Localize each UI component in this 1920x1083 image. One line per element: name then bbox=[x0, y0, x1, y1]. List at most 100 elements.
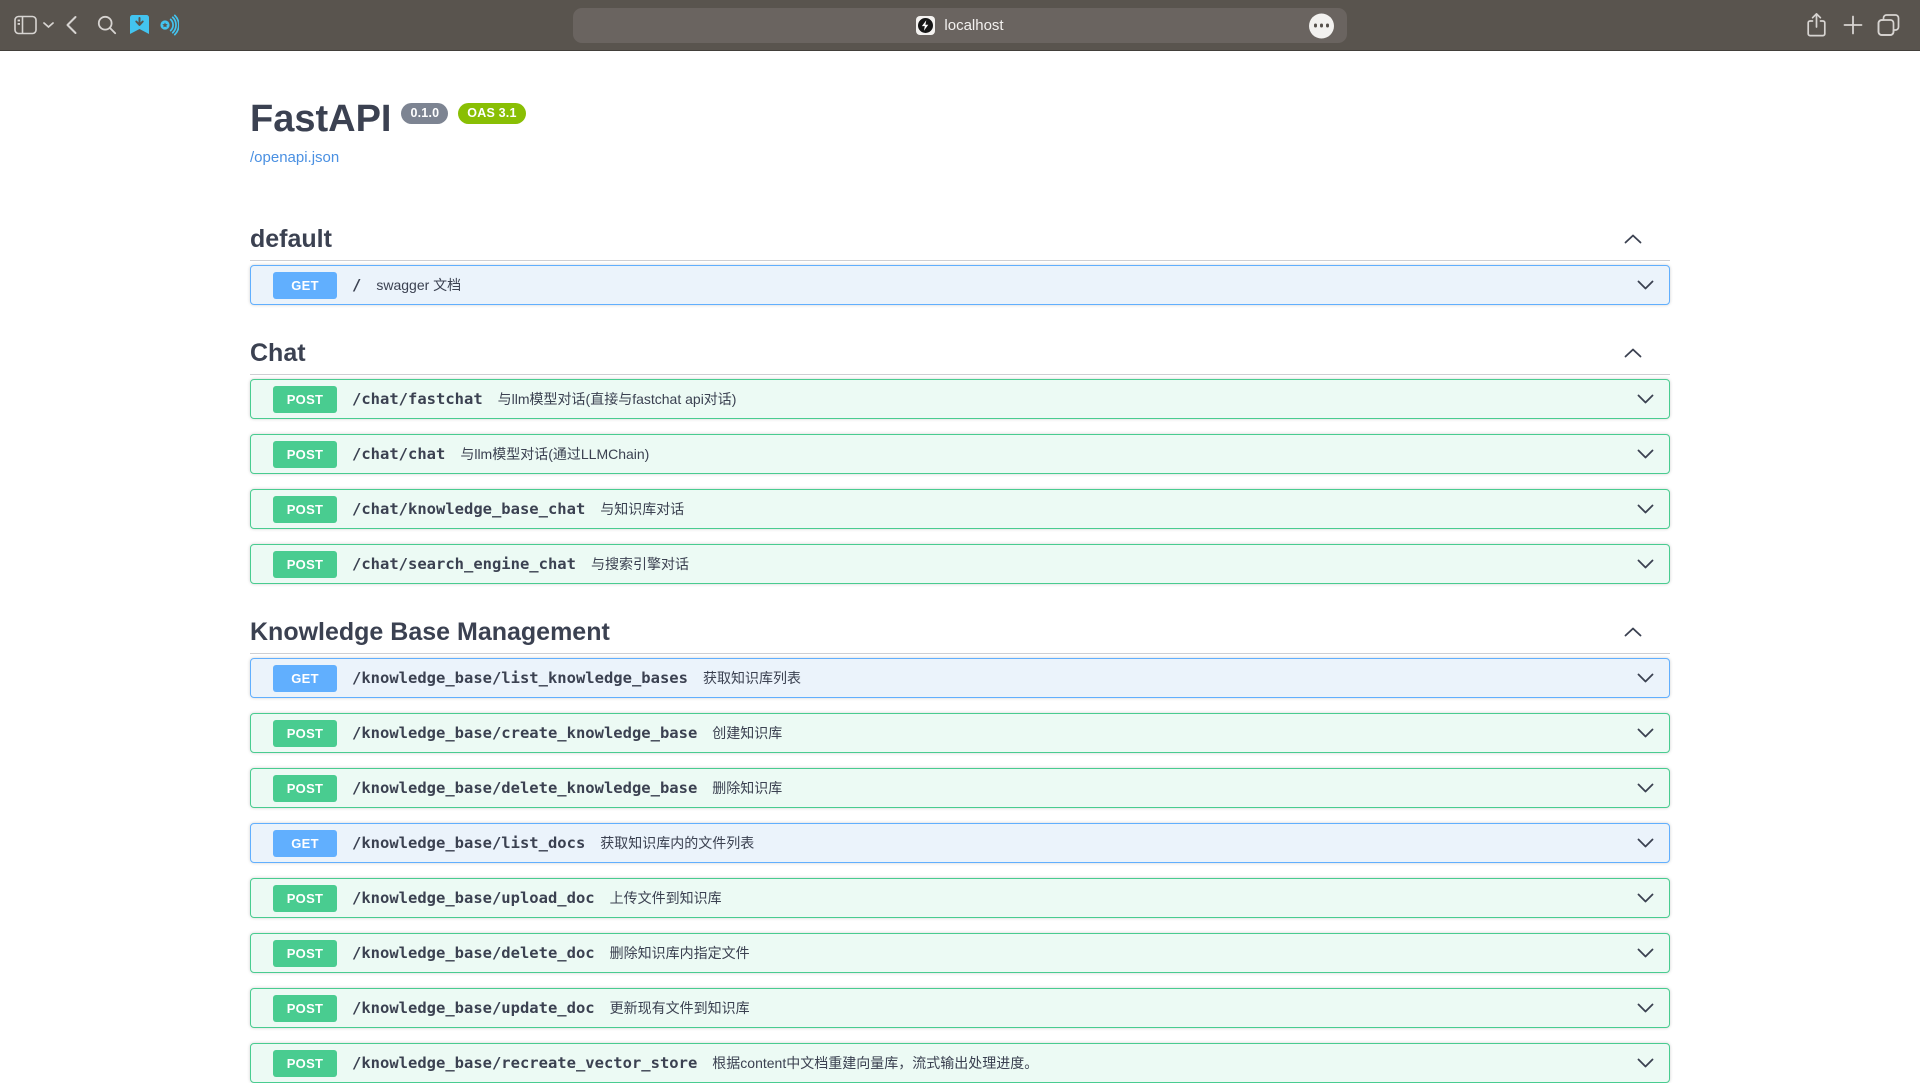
method-badge: POST bbox=[273, 995, 337, 1022]
operation-expand-button[interactable] bbox=[1637, 504, 1654, 514]
section-collapse-button[interactable] bbox=[1624, 346, 1670, 361]
method-badge: GET bbox=[273, 830, 337, 857]
section-header[interactable]: Chat bbox=[250, 338, 1670, 375]
operation-summary: 上传文件到知识库 bbox=[610, 888, 722, 908]
chevron-down-icon bbox=[1637, 893, 1654, 903]
operation-row[interactable]: GET /knowledge_base/list_knowledge_bases… bbox=[250, 658, 1670, 698]
operation-path: /knowledge_base/delete_knowledge_base bbox=[352, 779, 697, 797]
operation-summary: 删除知识库内指定文件 bbox=[610, 943, 750, 963]
address-bar[interactable]: localhost bbox=[573, 8, 1347, 43]
operation-expand-button[interactable] bbox=[1637, 893, 1654, 903]
operation-expand-button[interactable] bbox=[1637, 559, 1654, 569]
method-badge: POST bbox=[273, 940, 337, 967]
search-icon[interactable] bbox=[97, 15, 117, 35]
section-title: Chat bbox=[250, 338, 306, 368]
operation-expand-button[interactable] bbox=[1637, 948, 1654, 958]
share-icon[interactable] bbox=[1806, 13, 1827, 38]
operation-row[interactable]: POST /chat/fastchat 与llm模型对话(直接与fastchat… bbox=[250, 379, 1670, 419]
method-badge: POST bbox=[273, 1050, 337, 1077]
section-operations: POST /chat/fastchat 与llm模型对话(直接与fastchat… bbox=[250, 375, 1670, 584]
operation-row[interactable]: POST /knowledge_base/update_doc 更新现有文件到知… bbox=[250, 988, 1670, 1028]
chevron-up-icon bbox=[1624, 627, 1642, 637]
operation-expand-button[interactable] bbox=[1637, 1058, 1654, 1068]
method-badge: GET bbox=[273, 272, 337, 299]
radar-star-extension-icon[interactable] bbox=[157, 14, 179, 36]
operation-expand-button[interactable] bbox=[1637, 838, 1654, 848]
operation-expand-button[interactable] bbox=[1637, 783, 1654, 793]
operation-expand-button[interactable] bbox=[1637, 1003, 1654, 1013]
chevron-down-icon bbox=[1637, 1003, 1654, 1013]
operation-path: /knowledge_base/create_knowledge_base bbox=[352, 724, 697, 742]
operation-summary: swagger 文档 bbox=[376, 275, 461, 295]
section-collapse-button[interactable] bbox=[1624, 625, 1670, 640]
section-operations: GET / swagger 文档 bbox=[250, 261, 1670, 305]
operation-expand-button[interactable] bbox=[1637, 673, 1654, 683]
chevron-down-icon bbox=[1637, 783, 1654, 793]
operation-row[interactable]: GET /knowledge_base/list_docs 获取知识库内的文件列… bbox=[250, 823, 1670, 863]
operation-row[interactable]: POST /knowledge_base/delete_doc 删除知识库内指定… bbox=[250, 933, 1670, 973]
chevron-down-icon bbox=[1637, 449, 1654, 459]
chevron-down-icon bbox=[1637, 838, 1654, 848]
version-badge: 0.1.0 bbox=[401, 103, 448, 124]
operation-path: /knowledge_base/list_docs bbox=[352, 834, 585, 852]
operation-path: /chat/fastchat bbox=[352, 390, 483, 408]
section-title: Knowledge Base Management bbox=[250, 617, 610, 647]
operation-row[interactable]: POST /knowledge_base/delete_knowledge_ba… bbox=[250, 768, 1670, 808]
chevron-down-icon bbox=[1637, 280, 1654, 290]
method-badge: POST bbox=[273, 386, 337, 413]
operation-summary: 创建知识库 bbox=[712, 723, 782, 743]
chevron-down-icon bbox=[1637, 673, 1654, 683]
operation-row[interactable]: POST /knowledge_base/recreate_vector_sto… bbox=[250, 1043, 1670, 1083]
operation-path: /chat/chat bbox=[352, 445, 445, 463]
chevron-down-icon bbox=[1637, 728, 1654, 738]
chevron-down-icon bbox=[1637, 504, 1654, 514]
operation-expand-button[interactable] bbox=[1637, 728, 1654, 738]
page-settings-button[interactable] bbox=[1309, 13, 1334, 38]
section-collapse-button[interactable] bbox=[1624, 232, 1670, 247]
operation-row[interactable]: GET / swagger 文档 bbox=[250, 265, 1670, 305]
operation-expand-button[interactable] bbox=[1637, 449, 1654, 459]
operation-summary: 与llm模型对话(通过LLMChain) bbox=[460, 444, 649, 464]
method-badge: POST bbox=[273, 720, 337, 747]
operation-row[interactable]: POST /knowledge_base/create_knowledge_ba… bbox=[250, 713, 1670, 753]
operation-row[interactable]: POST /chat/search_engine_chat 与搜索引擎对话 bbox=[250, 544, 1670, 584]
oas-badge: OAS 3.1 bbox=[458, 103, 525, 124]
method-badge: POST bbox=[273, 551, 337, 578]
operation-row[interactable]: POST /chat/knowledge_base_chat 与知识库对话 bbox=[250, 489, 1670, 529]
back-icon[interactable] bbox=[66, 16, 77, 35]
operation-row[interactable]: POST /knowledge_base/upload_doc 上传文件到知识库 bbox=[250, 878, 1670, 918]
operation-path: /knowledge_base/update_doc bbox=[352, 999, 595, 1017]
section-header[interactable]: default bbox=[250, 224, 1670, 261]
sidebar-icon[interactable] bbox=[14, 16, 37, 35]
section-operations: GET /knowledge_base/list_knowledge_bases… bbox=[250, 654, 1670, 1083]
chevron-down-icon[interactable] bbox=[43, 22, 54, 29]
operation-expand-button[interactable] bbox=[1637, 394, 1654, 404]
download-bookmark-extension-icon[interactable] bbox=[129, 14, 150, 36]
new-tab-plus-icon[interactable] bbox=[1843, 15, 1863, 35]
operation-summary: 与搜索引擎对话 bbox=[591, 554, 689, 574]
method-badge: GET bbox=[273, 665, 337, 692]
method-badge: POST bbox=[273, 885, 337, 912]
swagger-page: FastAPI 0.1.0 OAS 3.1 /openapi.json defa… bbox=[250, 51, 1670, 1083]
operation-summary: 与知识库对话 bbox=[600, 499, 684, 519]
operation-path: /chat/search_engine_chat bbox=[352, 555, 576, 573]
chevron-down-icon bbox=[1637, 1058, 1654, 1068]
chevron-up-icon bbox=[1624, 348, 1642, 358]
api-info: FastAPI 0.1.0 OAS 3.1 /openapi.json bbox=[250, 51, 1670, 167]
browser-toolbar: localhost bbox=[0, 0, 1920, 51]
operation-path: /knowledge_base/list_knowledge_bases bbox=[352, 669, 688, 687]
openapi-json-link[interactable]: /openapi.json bbox=[250, 149, 339, 166]
operation-path: /knowledge_base/upload_doc bbox=[352, 889, 595, 907]
chevron-down-icon bbox=[1637, 559, 1654, 569]
chevron-down-icon bbox=[1637, 948, 1654, 958]
operation-expand-button[interactable] bbox=[1637, 280, 1654, 290]
operation-path: / bbox=[352, 276, 361, 294]
section-title: default bbox=[250, 224, 332, 254]
method-badge: POST bbox=[273, 496, 337, 523]
api-section: Knowledge Base Management GET /knowledge… bbox=[250, 617, 1670, 1083]
operation-summary: 获取知识库内的文件列表 bbox=[600, 833, 754, 853]
section-header[interactable]: Knowledge Base Management bbox=[250, 617, 1670, 654]
method-badge: POST bbox=[273, 775, 337, 802]
operation-row[interactable]: POST /chat/chat 与llm模型对话(通过LLMChain) bbox=[250, 434, 1670, 474]
tab-overview-icon[interactable] bbox=[1877, 14, 1900, 37]
